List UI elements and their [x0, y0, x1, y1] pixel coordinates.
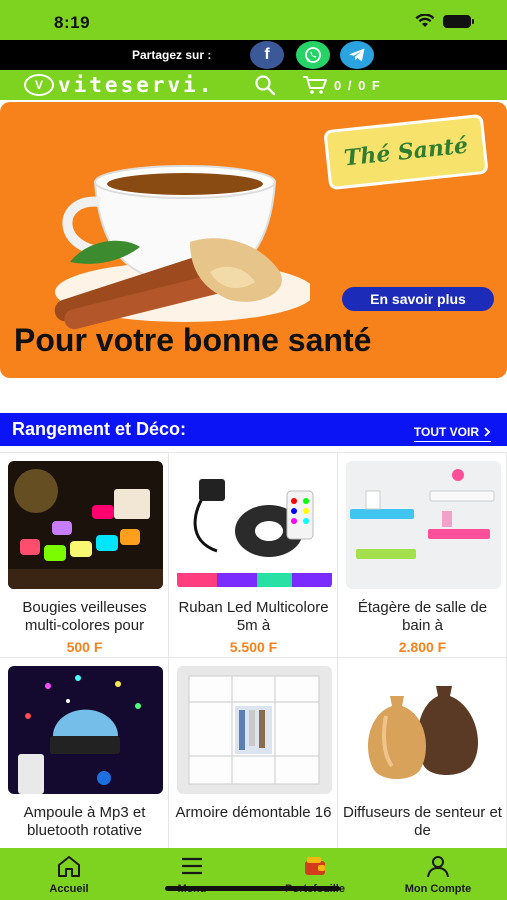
section-header: Rangement et Déco: TOUT VOIR — [0, 413, 507, 446]
product-grid: Bougies veilleuses multi-colores pour 50… — [0, 452, 507, 863]
product-image — [8, 461, 163, 589]
share-bar: Partagez sur : f — [0, 40, 507, 70]
product-name: Armoire démontable 16 — [175, 804, 332, 821]
tea-cup-illustration — [54, 165, 310, 330]
status-bar: 8:19 — [0, 0, 507, 40]
banner-title: Pour votre bonne santé — [14, 322, 372, 358]
tab-account[interactable]: Mon Compte — [383, 854, 493, 895]
diffuser-image — [368, 686, 479, 779]
see-all-label: TOUT VOIR — [413, 425, 479, 439]
see-all-link[interactable]: TOUT VOIR — [413, 425, 491, 442]
product-image — [346, 461, 501, 589]
wardrobe-image — [188, 675, 320, 785]
product-image — [177, 666, 332, 794]
wallet-icon — [305, 857, 325, 875]
product-image — [177, 461, 332, 589]
facebook-icon: f — [264, 46, 270, 63]
telegram-icon — [349, 48, 365, 62]
learn-more-button[interactable]: En savoir plus — [342, 287, 494, 311]
whatsapp-share-button[interactable] — [296, 41, 330, 69]
product-card[interactable]: Diffuseurs de senteur et de — [338, 658, 507, 863]
promo-banner[interactable]: Thé Santé En savoir plus Pour votre bonn… — [0, 102, 507, 378]
product-card[interactable]: Armoire démontable 16 — [169, 658, 338, 863]
product-card[interactable]: Ruban Led Multicolore 5m à 5.500 F — [169, 453, 338, 658]
logo[interactable]: V viteservi. — [24, 73, 214, 97]
status-time: 8:19 — [54, 13, 91, 32]
logo-mark-icon: V — [24, 74, 54, 96]
cart-icon[interactable] — [302, 75, 328, 95]
bottom-tab-bar: Accueil Menu Portefeuille Mon Compte — [0, 848, 507, 900]
tab-home-label: Accueil — [49, 883, 89, 895]
facebook-share-button[interactable]: f — [250, 41, 284, 69]
product-image — [346, 666, 501, 794]
led-strip-image — [177, 479, 332, 587]
telegram-share-button[interactable] — [340, 41, 374, 69]
disco-bulb-image — [18, 675, 141, 794]
product-name: Étagère de salle de bain à — [357, 599, 488, 634]
user-icon — [427, 856, 449, 878]
product-price: 2.800 F — [398, 639, 447, 655]
product-price: 500 F — [66, 639, 103, 655]
product-card[interactable]: Bougies veilleuses multi-colores pour 50… — [0, 453, 169, 658]
cart-total[interactable]: 0 / 0 F — [334, 78, 381, 93]
logo-text: viteservi. — [58, 73, 215, 97]
product-name: Bougies veilleuses multi-colores pour — [22, 599, 147, 634]
shelf-image — [350, 469, 495, 559]
product-name: Ampoule à Mp3 et bluetooth rotative — [23, 804, 146, 839]
product-name: Diffuseurs de senteur et de — [343, 804, 502, 839]
tab-account-label: Mon Compte — [404, 883, 472, 895]
home-icon — [58, 856, 80, 877]
battery-icon — [443, 14, 474, 28]
banner-brand-label: Thé Santé — [323, 113, 489, 191]
whatsapp-icon — [305, 47, 321, 63]
menu-icon — [182, 857, 202, 875]
app-header: V viteservi. 0 / 0 F — [0, 70, 507, 100]
wifi-icon — [415, 14, 435, 27]
section-title: Rangement et Déco: — [12, 419, 187, 439]
search-icon[interactable] — [254, 74, 276, 96]
product-price: 5.500 F — [229, 639, 278, 655]
chevron-right-icon — [484, 427, 491, 437]
product-card[interactable]: Étagère de salle de bain à 2.800 F — [338, 453, 507, 658]
product-image — [8, 666, 163, 794]
share-label: Partagez sur : — [132, 48, 212, 62]
status-icons — [415, 14, 474, 28]
product-card[interactable]: Ampoule à Mp3 et bluetooth rotative — [0, 658, 169, 863]
candles-image — [8, 469, 163, 589]
tab-home[interactable]: Accueil — [14, 854, 124, 895]
product-name: Ruban Led Multicolore 5m à — [178, 599, 329, 634]
home-indicator — [165, 886, 340, 891]
